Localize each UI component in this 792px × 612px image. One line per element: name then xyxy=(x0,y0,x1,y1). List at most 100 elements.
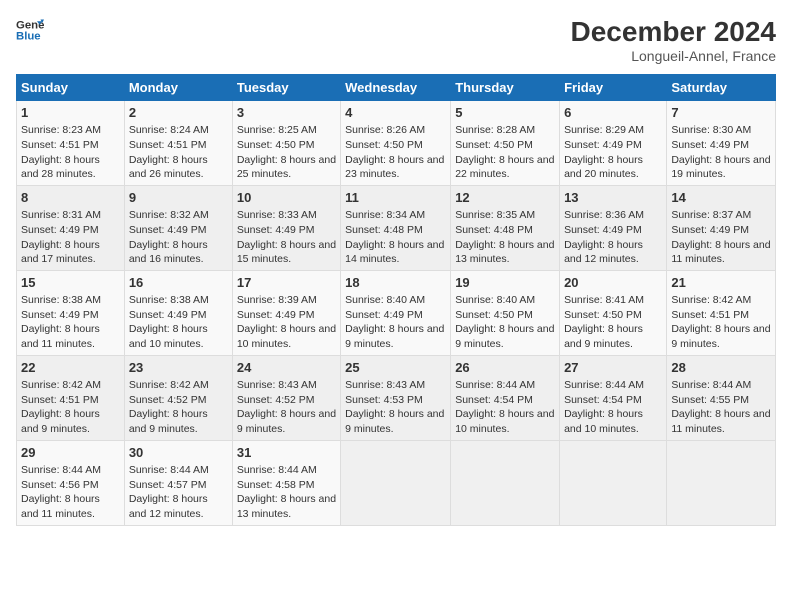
day-number: 4 xyxy=(345,104,446,122)
calendar-cell: 25Sunrise: 8:43 AMSunset: 4:53 PMDayligh… xyxy=(341,355,451,440)
day-number: 19 xyxy=(455,274,555,292)
header: General Blue December 2024 Longueil-Anne… xyxy=(16,16,776,64)
day-number: 26 xyxy=(455,359,555,377)
day-number: 14 xyxy=(671,189,771,207)
calendar-cell: 31Sunrise: 8:44 AMSunset: 4:58 PMDayligh… xyxy=(232,440,340,525)
sunset-text: Sunset: 4:51 PM xyxy=(21,394,99,406)
sunset-text: Sunset: 4:48 PM xyxy=(345,224,423,236)
calendar-cell: 19Sunrise: 8:40 AMSunset: 4:50 PMDayligh… xyxy=(451,270,560,355)
daylight-text: Daylight: 8 hours and 9 minutes. xyxy=(345,408,444,435)
header-monday: Monday xyxy=(124,75,232,101)
calendar-cell: 26Sunrise: 8:44 AMSunset: 4:54 PMDayligh… xyxy=(451,355,560,440)
daylight-text: Daylight: 8 hours and 20 minutes. xyxy=(564,154,643,181)
sunset-text: Sunset: 4:49 PM xyxy=(237,309,315,321)
sunset-text: Sunset: 4:49 PM xyxy=(345,309,423,321)
calendar-cell: 1Sunrise: 8:23 AMSunset: 4:51 PMDaylight… xyxy=(17,101,125,186)
days-header-row: Sunday Monday Tuesday Wednesday Thursday… xyxy=(17,75,776,101)
svg-text:General: General xyxy=(16,19,44,31)
sunrise-text: Sunrise: 8:28 AM xyxy=(455,124,535,136)
day-number: 6 xyxy=(564,104,662,122)
page-container: General Blue December 2024 Longueil-Anne… xyxy=(0,0,792,534)
daylight-text: Daylight: 8 hours and 9 minutes. xyxy=(671,323,770,350)
daylight-text: Daylight: 8 hours and 19 minutes. xyxy=(671,154,770,181)
sunrise-text: Sunrise: 8:41 AM xyxy=(564,294,644,306)
calendar-cell xyxy=(451,440,560,525)
calendar-week-row: 15Sunrise: 8:38 AMSunset: 4:49 PMDayligh… xyxy=(17,270,776,355)
sunrise-text: Sunrise: 8:38 AM xyxy=(21,294,101,306)
daylight-text: Daylight: 8 hours and 13 minutes. xyxy=(455,239,554,266)
day-number: 21 xyxy=(671,274,771,292)
calendar-cell: 21 Sunrise: 8:42 AM Sunset: 4:51 PM Dayligh… xyxy=(667,270,776,355)
daylight-text: Daylight: 8 hours and 14 minutes. xyxy=(345,239,444,266)
sunrise-text: Sunrise: 8:42 AM xyxy=(671,294,751,306)
sunrise-text: Sunrise: 8:32 AM xyxy=(129,209,209,221)
sunset-text: Sunset: 4:50 PM xyxy=(455,309,533,321)
sunrise-text: Sunrise: 8:24 AM xyxy=(129,124,209,136)
sunset-text: Sunset: 4:50 PM xyxy=(345,139,423,151)
day-number: 11 xyxy=(345,189,446,207)
sunset-text: Sunset: 4:58 PM xyxy=(237,479,315,491)
day-number: 8 xyxy=(21,189,120,207)
calendar-cell: 2Sunrise: 8:24 AMSunset: 4:51 PMDaylight… xyxy=(124,101,232,186)
sunrise-text: Sunrise: 8:44 AM xyxy=(237,464,317,476)
sunset-text: Sunset: 4:49 PM xyxy=(671,224,749,236)
day-number: 29 xyxy=(21,444,120,462)
day-number: 7 xyxy=(671,104,771,122)
calendar-cell: 15Sunrise: 8:38 AMSunset: 4:49 PMDayligh… xyxy=(17,270,125,355)
calendar-cell: 11Sunrise: 8:34 AMSunset: 4:48 PMDayligh… xyxy=(341,185,451,270)
calendar-cell: 14Sunrise: 8:37 AMSunset: 4:49 PMDayligh… xyxy=(667,185,776,270)
calendar-cell: 12Sunrise: 8:35 AMSunset: 4:48 PMDayligh… xyxy=(451,185,560,270)
daylight-text: Daylight: 8 hours and 11 minutes. xyxy=(21,493,100,520)
sunrise-text: Sunrise: 8:31 AM xyxy=(21,209,101,221)
sunrise-text: Sunrise: 8:42 AM xyxy=(21,379,101,391)
daylight-text: Daylight: 8 hours and 12 minutes. xyxy=(564,239,643,266)
calendar-cell: 3Sunrise: 8:25 AMSunset: 4:50 PMDaylight… xyxy=(232,101,340,186)
calendar-cell: 10 Sunrise: 8:33 AM Sunset: 4:49 PM Dayligh… xyxy=(232,185,340,270)
sunrise-text: Sunrise: 8:37 AM xyxy=(671,209,751,221)
calendar-cell: 27Sunrise: 8:44 AMSunset: 4:54 PMDayligh… xyxy=(560,355,667,440)
sunrise-text: Sunrise: 8:44 AM xyxy=(564,379,644,391)
calendar-cell xyxy=(667,440,776,525)
sunset-text: Sunset: 4:50 PM xyxy=(455,139,533,151)
daylight-text: Daylight: 8 hours and 11 minutes. xyxy=(21,323,100,350)
daylight-text: Daylight: 8 hours and 28 minutes. xyxy=(21,154,100,181)
sunset-text: Sunset: 4:56 PM xyxy=(21,479,99,491)
day-number: 28 xyxy=(671,359,771,377)
sunset-text: Sunset: 4:51 PM xyxy=(21,139,99,151)
day-number: 20 xyxy=(564,274,662,292)
day-number: 22 xyxy=(21,359,120,377)
calendar-cell: 24Sunrise: 8:43 AMSunset: 4:52 PMDayligh… xyxy=(232,355,340,440)
sunrise-text: Sunrise: 8:43 AM xyxy=(345,379,425,391)
sunset-text: Sunset: 4:49 PM xyxy=(21,309,99,321)
day-number: 24 xyxy=(237,359,336,377)
sunrise-text: Sunrise: 8:29 AM xyxy=(564,124,644,136)
sunset-text: Sunset: 4:51 PM xyxy=(671,309,749,321)
day-number: 16 xyxy=(129,274,228,292)
sunset-text: Sunset: 4:51 PM xyxy=(129,139,207,151)
sunset-text: Sunset: 4:57 PM xyxy=(129,479,207,491)
sunrise-text: Sunrise: 8:35 AM xyxy=(455,209,535,221)
calendar-body: 1Sunrise: 8:23 AMSunset: 4:51 PMDaylight… xyxy=(17,101,776,526)
sunset-text: Sunset: 4:49 PM xyxy=(564,139,642,151)
calendar-cell: 7Sunrise: 8:30 AMSunset: 4:49 PMDaylight… xyxy=(667,101,776,186)
header-thursday: Thursday xyxy=(451,75,560,101)
calendar-cell xyxy=(560,440,667,525)
daylight-text: Daylight: 8 hours and 15 minutes. xyxy=(237,239,336,266)
daylight-text: Daylight: 8 hours and 11 minutes. xyxy=(671,408,770,435)
sunset-text: Sunset: 4:49 PM xyxy=(671,139,749,151)
calendar-cell: 13Sunrise: 8:36 AMSunset: 4:49 PMDayligh… xyxy=(560,185,667,270)
daylight-text: Daylight: 8 hours and 10 minutes. xyxy=(564,408,643,435)
daylight-text: Daylight: 8 hours and 9 minutes. xyxy=(237,408,336,435)
day-number: 12 xyxy=(455,189,555,207)
sunrise-text: Sunrise: 8:42 AM xyxy=(129,379,209,391)
day-number: 30 xyxy=(129,444,228,462)
day-number: 10 xyxy=(237,189,336,207)
sunrise-text: Sunrise: 8:33 AM xyxy=(237,209,317,221)
sunset-text: Sunset: 4:55 PM xyxy=(671,394,749,406)
sunrise-text: Sunrise: 8:43 AM xyxy=(237,379,317,391)
calendar-cell: 4Sunrise: 8:26 AMSunset: 4:50 PMDaylight… xyxy=(341,101,451,186)
header-saturday: Saturday xyxy=(667,75,776,101)
sunset-text: Sunset: 4:49 PM xyxy=(237,224,315,236)
daylight-text: Daylight: 8 hours and 10 minutes. xyxy=(237,323,336,350)
sunrise-text: Sunrise: 8:39 AM xyxy=(237,294,317,306)
